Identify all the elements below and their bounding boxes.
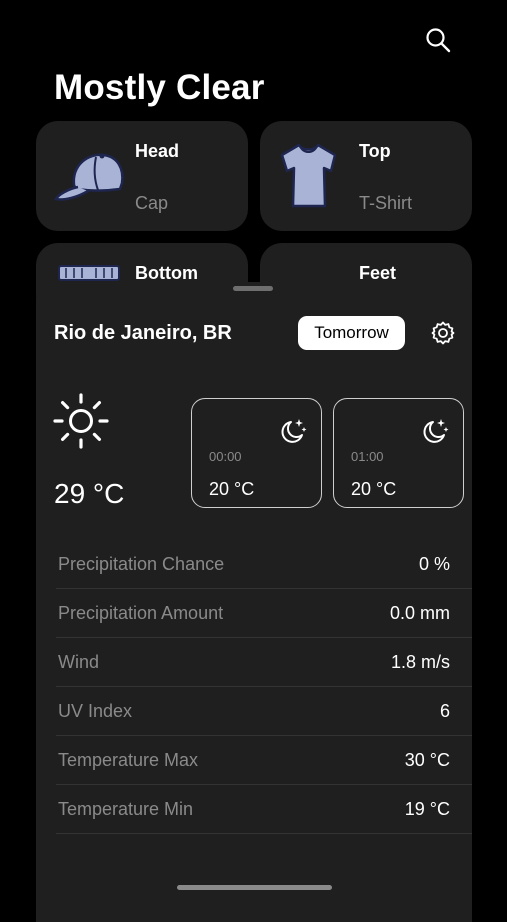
detail-row-temperature-min: Temperature Min 19 °C: [56, 785, 472, 834]
hourly-temperature: 20 °C: [209, 479, 255, 499]
detail-value: 6: [439, 701, 450, 721]
sun-icon: [53, 393, 109, 449]
detail-row-temperature-max: Temperature Max 30 °C: [56, 736, 472, 785]
shorts-icon: [58, 265, 120, 281]
detail-value: 0 %: [418, 554, 450, 574]
outfit-card-head[interactable]: Head Cap: [36, 121, 248, 231]
detail-label: Temperature Max: [58, 750, 199, 770]
detail-row-wind: Wind 1.8 m/s: [56, 638, 472, 687]
hourly-temperature: 20 °C: [351, 479, 397, 499]
weather-sheet: Rio de Janeiro, BR Tomorrow 29 °C 00:00 …: [36, 282, 472, 922]
card-item-head: Cap: [135, 193, 169, 213]
page-title: Mostly Clear: [54, 68, 265, 107]
detail-value: 30 °C: [404, 750, 450, 770]
detail-label: Precipitation Amount: [58, 603, 224, 623]
detail-row-uv-index: UV Index 6: [56, 687, 472, 736]
detail-value: 0.0 mm: [389, 603, 450, 623]
sheet-grabber[interactable]: [233, 286, 273, 291]
location-label: Rio de Janeiro, BR: [54, 322, 232, 344]
moon-stars-icon: [281, 419, 307, 443]
card-label-head: Head: [135, 141, 180, 161]
outfit-card-top[interactable]: Top T-Shirt: [260, 121, 472, 231]
detail-value: 1.8 m/s: [390, 652, 450, 672]
card-label-feet: Feet: [359, 263, 397, 283]
detail-label: Precipitation Chance: [58, 554, 225, 574]
hourly-card: 01:00 20 °C: [333, 398, 464, 508]
detail-label: UV Index: [58, 701, 133, 721]
moon-stars-icon: [423, 419, 449, 443]
gear-icon[interactable]: [430, 320, 456, 346]
detail-row-precipitation-chance: Precipitation Chance 0 %: [56, 540, 472, 589]
card-label-top: Top: [359, 141, 391, 161]
cap-icon: [54, 153, 124, 201]
detail-value: 19 °C: [404, 799, 450, 819]
hourly-card: 00:00 20 °C: [191, 398, 322, 508]
tshirt-icon: [280, 143, 336, 208]
card-label-bottom: Bottom: [135, 263, 198, 283]
detail-label: Wind: [58, 652, 100, 672]
current-temperature: 29 °C: [54, 478, 125, 509]
tomorrow-button[interactable]: Tomorrow: [298, 316, 405, 350]
hourly-time: 00:00: [209, 449, 242, 464]
home-indicator[interactable]: [177, 885, 332, 890]
detail-label: Temperature Min: [58, 799, 194, 819]
search-icon[interactable]: [424, 26, 452, 54]
hourly-time: 01:00: [351, 449, 384, 464]
weather-details-list: Precipitation Chance 0 % Precipitation A…: [56, 540, 472, 834]
detail-row-precipitation-amount: Precipitation Amount 0.0 mm: [56, 589, 472, 638]
card-item-top: T-Shirt: [359, 193, 413, 213]
